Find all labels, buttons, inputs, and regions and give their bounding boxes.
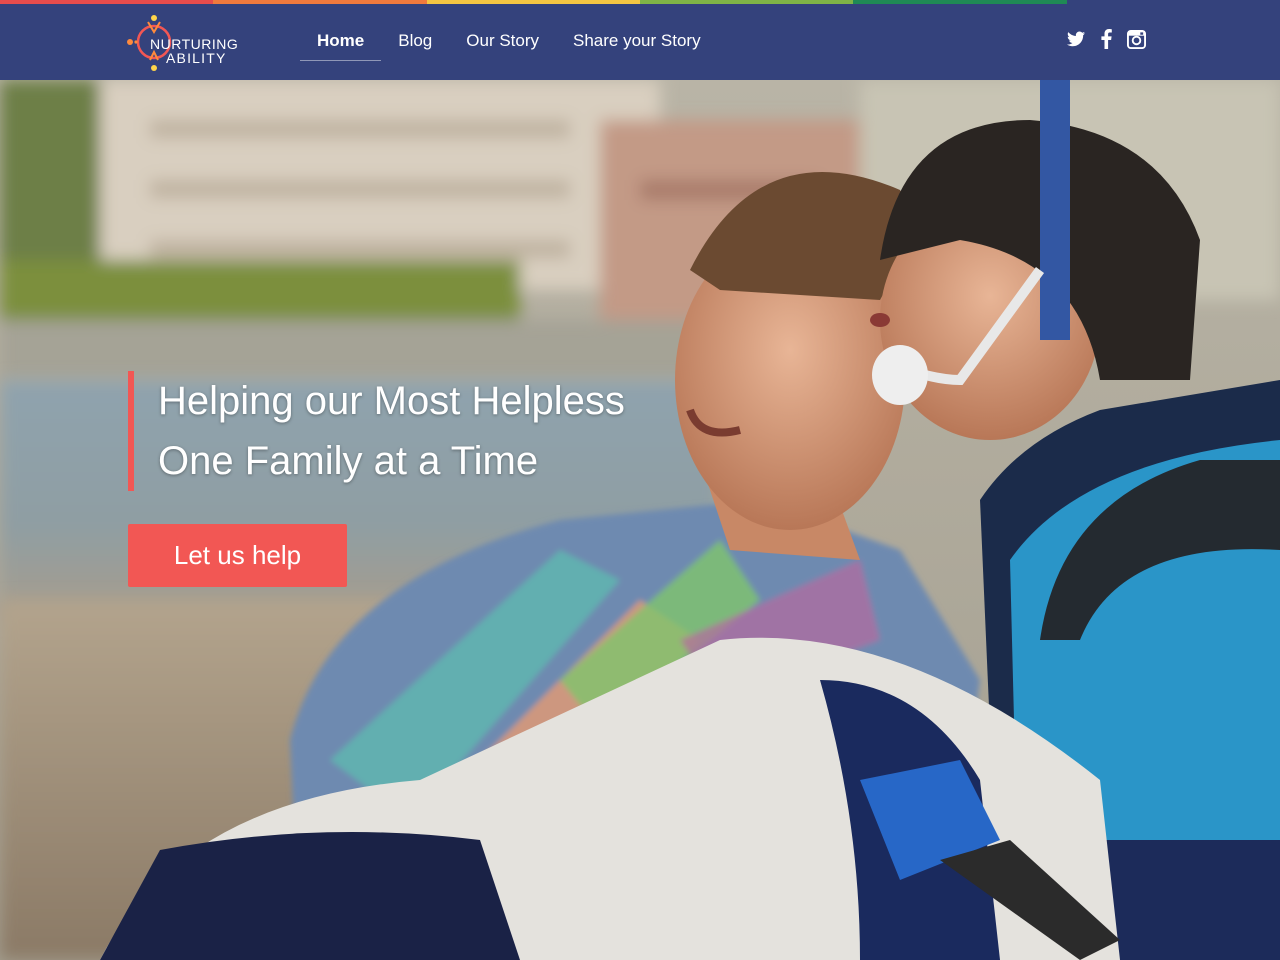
navbar: NURTURING ABILITY Home Blog Our Story Sh… — [0, 4, 1280, 80]
hero: Helping our Most Helpless One Family at … — [0, 80, 1280, 960]
let-us-help-button[interactable]: Let us help — [128, 524, 347, 587]
nav-item-home[interactable]: Home — [300, 4, 382, 80]
page: NURTURING ABILITY Home Blog Our Story Sh… — [0, 0, 1280, 960]
social-links — [1066, 28, 1146, 50]
nav-item-blog[interactable]: Blog — [381, 4, 449, 80]
nav-item-our-story[interactable]: Our Story — [449, 4, 556, 80]
brand-logo[interactable]: NURTURING ABILITY — [126, 12, 246, 74]
twitter-icon[interactable] — [1066, 28, 1086, 50]
instagram-icon[interactable] — [1126, 28, 1146, 50]
hero-headline-line-2: One Family at a Time — [158, 439, 539, 483]
main-nav: Home Blog Our Story Share your Story — [300, 4, 718, 80]
hero-photo — [0, 80, 1280, 960]
hero-headline-line-1: Helping our Most Helpless — [158, 379, 625, 423]
brand-line-2: ABILITY — [166, 50, 227, 66]
facebook-icon[interactable] — [1096, 28, 1116, 50]
top-color-strip — [0, 0, 1280, 4]
nav-item-share-your-story[interactable]: Share your Story — [556, 4, 718, 80]
hero-headline: Helping our Most Helpless One Family at … — [128, 371, 625, 491]
